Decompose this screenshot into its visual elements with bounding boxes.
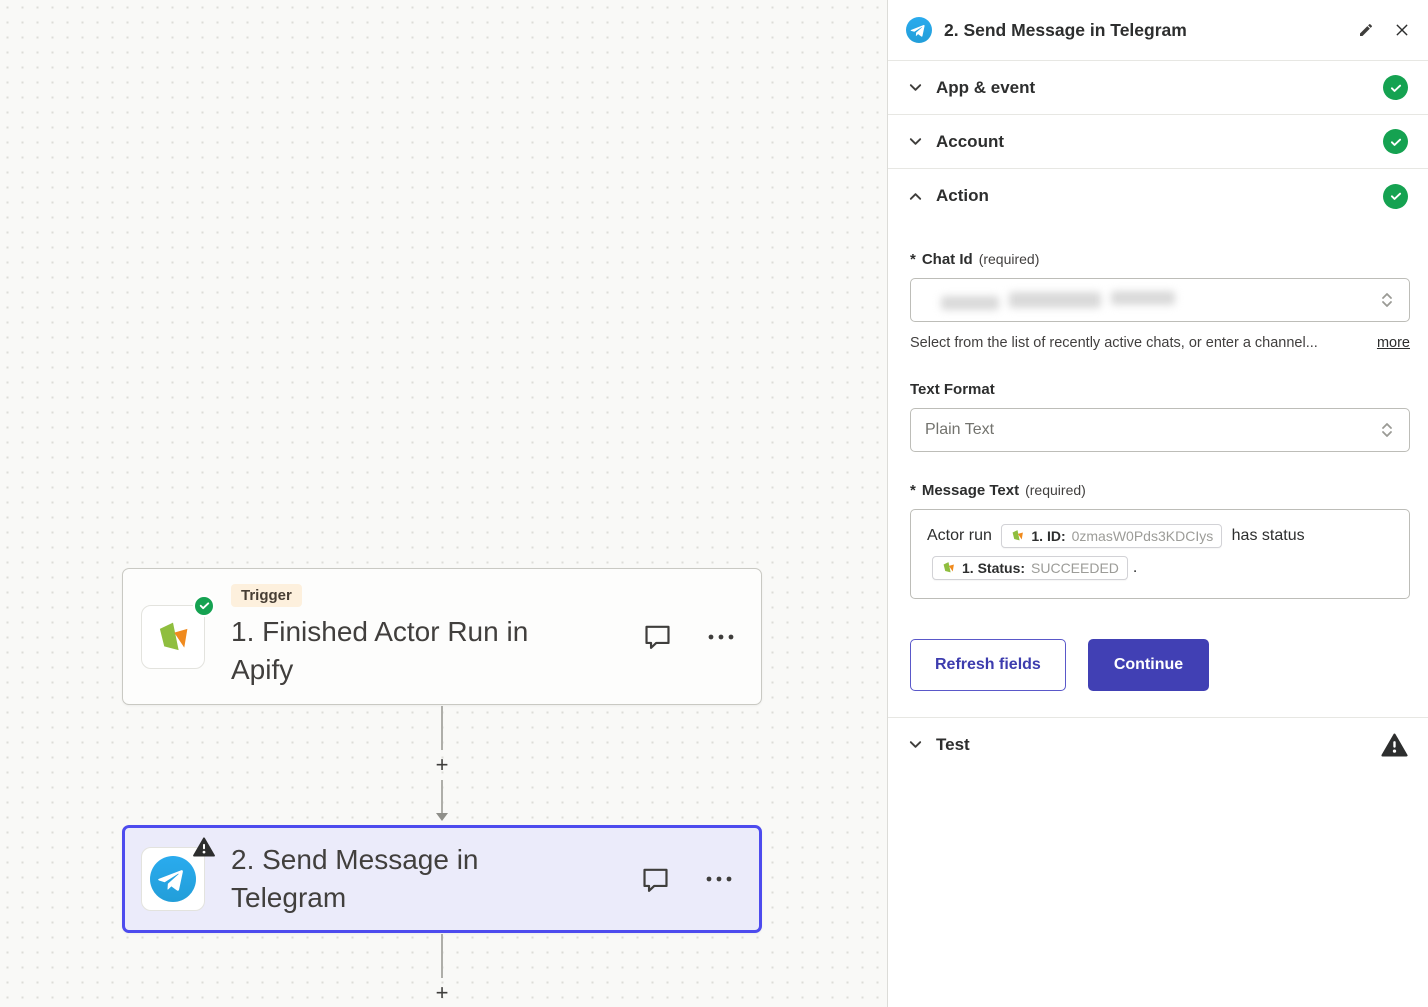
- more-options-icon[interactable]: [707, 632, 735, 642]
- apify-icon: [941, 560, 956, 575]
- connector-arrow-icon: [436, 813, 448, 821]
- section-account[interactable]: Account: [888, 115, 1428, 169]
- workflow-canvas[interactable]: Trigger 1. Finished Actor Run in Apify +: [0, 0, 887, 1007]
- token-label: 1. Status:: [962, 559, 1025, 577]
- action-form: * Chat Id (required) Select from the lis…: [888, 223, 1428, 691]
- refresh-fields-button[interactable]: Refresh fields: [910, 639, 1066, 691]
- chevron-up-icon: [908, 189, 923, 204]
- connector-line: [441, 780, 443, 814]
- more-options-icon[interactable]: [705, 874, 733, 884]
- warning-triangle-icon: [1381, 733, 1408, 757]
- add-step-button[interactable]: +: [429, 980, 455, 1006]
- message-text-label: Message Text: [922, 482, 1019, 499]
- message-text-after: .: [1133, 559, 1137, 576]
- close-icon[interactable]: [1394, 22, 1410, 38]
- chat-id-helper-row: Select from the list of recently active …: [910, 335, 1410, 351]
- section-label: Action: [936, 186, 989, 206]
- mapped-field-token-id[interactable]: 1. ID: 0zmasW0Pds3KDCIys: [1001, 524, 1222, 548]
- telegram-app-tile: [141, 847, 205, 911]
- chevron-down-icon: [908, 134, 923, 149]
- trigger-badge: Trigger: [231, 584, 302, 607]
- apify-icon: [153, 617, 193, 657]
- chat-id-value-redacted: [941, 290, 1175, 310]
- edit-pencil-icon[interactable]: [1358, 22, 1374, 38]
- message-text-label-row: * Message Text (required): [910, 482, 1410, 499]
- chat-id-label: Chat Id: [922, 251, 973, 268]
- chevron-down-icon: [908, 80, 923, 95]
- panel-header: 2. Send Message in Telegram: [888, 0, 1428, 61]
- comment-icon[interactable]: [640, 864, 671, 895]
- text-format-label: Text Format: [910, 381, 995, 398]
- chat-id-helper-text: Select from the list of recently active …: [910, 335, 1365, 351]
- chat-id-select[interactable]: [910, 278, 1410, 322]
- text-format-select[interactable]: Plain Text: [910, 408, 1410, 452]
- panel-title: 2. Send Message in Telegram: [944, 20, 1187, 41]
- section-action[interactable]: Action: [888, 169, 1428, 223]
- text-format-value: Plain Text: [925, 421, 994, 439]
- telegram-icon: [906, 17, 932, 43]
- select-stepper-icon: [1379, 420, 1395, 440]
- success-check-icon: [1383, 129, 1408, 154]
- section-label: App & event: [936, 78, 1035, 98]
- comment-icon[interactable]: [642, 621, 673, 652]
- trigger-step-card[interactable]: Trigger 1. Finished Actor Run in Apify: [122, 568, 762, 705]
- step-settings-panel: 2. Send Message in Telegram App & event …: [887, 0, 1428, 1007]
- connector-line: [441, 706, 443, 750]
- token-value: SUCCEEDED: [1031, 559, 1119, 577]
- message-text-middle: has status: [1232, 527, 1305, 544]
- select-stepper-icon: [1379, 290, 1395, 310]
- add-step-button[interactable]: +: [429, 752, 455, 778]
- apify-icon: [1010, 528, 1025, 543]
- required-asterisk: *: [910, 482, 916, 499]
- section-test[interactable]: Test: [888, 717, 1428, 771]
- telegram-icon: [150, 856, 196, 902]
- action-step-title: 2. Send Message in Telegram: [231, 841, 576, 917]
- text-format-label-row: Text Format: [910, 381, 1410, 398]
- warning-triangle-icon: [193, 837, 215, 862]
- required-note: (required): [1025, 482, 1086, 498]
- token-label: 1. ID:: [1031, 527, 1065, 545]
- form-buttons: Refresh fields Continue: [910, 639, 1410, 691]
- required-note: (required): [979, 251, 1040, 267]
- apify-app-tile: [141, 605, 205, 669]
- success-check-icon: [1383, 75, 1408, 100]
- required-asterisk: *: [910, 251, 916, 268]
- success-check-icon: [193, 595, 215, 617]
- chat-id-label-row: * Chat Id (required): [910, 251, 1410, 268]
- section-label: Account: [936, 132, 1004, 152]
- success-check-icon: [1383, 184, 1408, 209]
- continue-button[interactable]: Continue: [1088, 639, 1209, 691]
- chevron-down-icon: [908, 737, 923, 752]
- message-text-field[interactable]: Actor run 1. ID: 0zmasW0Pds3KDCIys has s…: [910, 509, 1410, 599]
- action-step-card[interactable]: 2. Send Message in Telegram: [122, 825, 762, 933]
- connector-line: [441, 934, 443, 978]
- mapped-field-token-status[interactable]: 1. Status: SUCCEEDED: [932, 556, 1128, 580]
- token-value: 0zmasW0Pds3KDCIys: [1072, 527, 1214, 545]
- section-app-event[interactable]: App & event: [888, 61, 1428, 115]
- trigger-step-title: 1. Finished Actor Run in Apify: [231, 613, 576, 689]
- section-label: Test: [936, 735, 970, 755]
- message-text-before: Actor run: [927, 527, 992, 544]
- more-link[interactable]: more: [1377, 335, 1410, 351]
